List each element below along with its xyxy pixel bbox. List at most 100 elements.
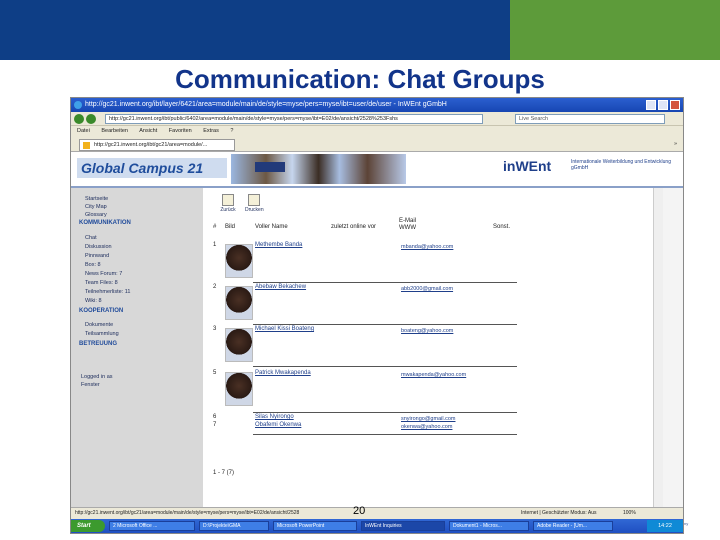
- sidebar-item-team-files[interactable]: Team Files: 8: [85, 280, 118, 286]
- tab-label: http://gc21.inwent.org/ibt/gc21/area=mod…: [94, 142, 208, 148]
- member-email[interactable]: mwakapenda@yahoo.com: [401, 372, 466, 378]
- site-banner: Global Campus 21 inWEnt Internationale W…: [71, 152, 683, 188]
- slide-title: Communication: Chat Groups: [175, 64, 545, 94]
- menu-edit[interactable]: Bearbeiten: [101, 128, 128, 134]
- sidebar-item-news[interactable]: News Forum: 7: [85, 271, 122, 277]
- menu-favorites[interactable]: Favoriten: [169, 128, 192, 134]
- favicon-icon: [83, 142, 90, 149]
- vertical-scrollbar[interactable]: [653, 188, 663, 507]
- sidebar-item-citymap[interactable]: City Map: [85, 204, 107, 210]
- member-name[interactable]: Patrick Mwakapenda: [255, 370, 311, 376]
- more-tools-icon[interactable]: »: [674, 139, 677, 150]
- inwent-tagline: Internationale Weiterbildung und Entwick…: [571, 159, 671, 171]
- member-email[interactable]: boateng@yahoo.com: [401, 328, 453, 334]
- address-input[interactable]: http://gc21.inwent.org/ibt/public/6402/a…: [105, 114, 483, 124]
- slide-header-accent: [510, 0, 720, 60]
- window-title: http://gc21.inwent.org/ibt/layer/6421/ar…: [85, 101, 447, 108]
- maximize-button[interactable]: [658, 100, 668, 110]
- taskbar-item-active[interactable]: InWEnt Inquiries: [361, 521, 445, 531]
- slide-number: 20: [353, 505, 366, 517]
- column-header-last-online: zuletzt online vor: [331, 224, 377, 230]
- member-photo[interactable]: [225, 372, 253, 406]
- member-email[interactable]: mbanda@yahoo.com: [401, 244, 453, 250]
- row-divider: [253, 434, 517, 435]
- menu-bar: Datei Bearbeiten Ansicht Favoriten Extra…: [71, 126, 683, 136]
- banner-chip: [255, 162, 285, 172]
- column-header-email: E-Mail WWW: [399, 218, 417, 231]
- global-campus-logo[interactable]: Global Campus 21: [77, 158, 227, 178]
- back-icon: [222, 194, 234, 206]
- start-button[interactable]: Start: [71, 520, 105, 532]
- tab-current[interactable]: http://gc21.inwent.org/ibt/gc21/area=mod…: [79, 139, 235, 151]
- member-name[interactable]: Methembe Banda: [255, 242, 302, 248]
- security-zone: Internet | Geschützter Modus: Aus: [521, 510, 597, 516]
- result-count: 1 - 7 (7): [213, 470, 235, 476]
- row-divider: [253, 366, 517, 367]
- member-list: Zurück Drucken # Bild Voller Name zuletz…: [209, 188, 653, 507]
- menu-file[interactable]: Datei: [77, 128, 90, 134]
- sidebar-item-participants[interactable]: Teilnehmerliste: 11: [85, 289, 130, 295]
- back-action[interactable]: Zurück: [219, 194, 237, 213]
- address-bar-row: http://gc21.inwent.org/ibt/public/6402/a…: [71, 112, 683, 126]
- row-number: 6: [213, 414, 217, 420]
- page-scroll-area: [653, 188, 683, 507]
- row-divider: [253, 324, 517, 325]
- member-photo[interactable]: [225, 286, 253, 320]
- column-header-other: Sonst.: [493, 224, 511, 230]
- sidebar-item-pinboard[interactable]: Pinnwand: [85, 253, 109, 259]
- row-number: 1: [213, 242, 217, 248]
- row-number: 5: [213, 370, 217, 376]
- web-page: Global Campus 21 inWEnt Internationale W…: [71, 152, 683, 507]
- browser-screenshot: http://gc21.inwent.org/ibt/layer/6421/ar…: [70, 97, 684, 534]
- close-button[interactable]: [670, 100, 680, 110]
- sidebar-item-start[interactable]: Startseite: [85, 196, 108, 202]
- taskbar-item[interactable]: Microsoft PowerPoint: [273, 521, 357, 531]
- print-action[interactable]: Drucken: [245, 194, 264, 213]
- column-header-photo: Bild: [225, 224, 236, 230]
- row-divider: [253, 282, 517, 283]
- sidebar-item-collection[interactable]: Teilsammlung: [85, 331, 119, 337]
- member-email[interactable]: okenwa@yahoo.com: [401, 424, 452, 430]
- zoom-level[interactable]: 100%: [623, 508, 636, 519]
- print-action-label: Drucken: [245, 207, 264, 213]
- print-icon: [248, 194, 260, 206]
- column-header-num: #: [213, 224, 217, 230]
- sidebar-item-documents[interactable]: Dokumente: [85, 322, 113, 328]
- taskbar-item[interactable]: 2 Microsoft Office ...: [109, 521, 195, 531]
- minimize-button[interactable]: [646, 100, 656, 110]
- member-name[interactable]: Silas Nyirongo: [255, 414, 294, 420]
- sidebar-item-wiki[interactable]: Wiki: 8: [85, 298, 102, 304]
- member-name[interactable]: Obafemi Okenwa: [255, 422, 301, 428]
- back-arrow-icon[interactable]: [74, 114, 84, 124]
- sidebar-item-glossary[interactable]: Glossary: [85, 212, 107, 218]
- window-titlebar[interactable]: http://gc21.inwent.org/ibt/layer/6421/ar…: [71, 98, 683, 112]
- taskbar-item[interactable]: D:\Projekte\GMA: [199, 521, 269, 531]
- row-number: 7: [213, 422, 217, 428]
- menu-help[interactable]: ?: [230, 128, 233, 134]
- sidebar-item-discussion[interactable]: Diskussion: [85, 244, 112, 250]
- back-action-label: Zurück: [220, 207, 236, 213]
- forward-arrow-icon[interactable]: [86, 114, 96, 124]
- menu-view[interactable]: Ansicht: [139, 128, 157, 134]
- member-email[interactable]: snyirongo@gmail.com: [401, 416, 456, 422]
- member-photo[interactable]: [225, 328, 253, 362]
- taskbar: Start 2 Microsoft Office ... D:\Projekte…: [71, 519, 683, 533]
- member-name[interactable]: Michael Kissi Boateng: [255, 326, 314, 332]
- search-input[interactable]: Live Search: [515, 114, 665, 124]
- sidebar-item-window[interactable]: Fenster: [81, 382, 100, 388]
- inwent-logo[interactable]: inWEnt: [503, 158, 551, 174]
- system-tray-clock[interactable]: 14:22: [647, 520, 683, 532]
- member-name[interactable]: Abebaw Bekachew: [255, 284, 306, 290]
- banner-photo-strip: [231, 154, 406, 184]
- sidebar-item-chat[interactable]: Chat: [85, 235, 97, 241]
- sidebar-item-box[interactable]: Box: 8: [85, 262, 101, 268]
- row-number: 2: [213, 284, 217, 290]
- sidebar: Startseite City Map Glossary KOMMUNIKATI…: [71, 188, 203, 507]
- member-photo[interactable]: [225, 244, 253, 278]
- column-header-name: Voller Name: [255, 224, 288, 230]
- menu-tools[interactable]: Extras: [203, 128, 219, 134]
- member-email[interactable]: abb2000@gmail.com: [401, 286, 453, 292]
- taskbar-item[interactable]: Dokument1 - Micros...: [449, 521, 529, 531]
- taskbar-item[interactable]: Adobe Reader - [Um...: [533, 521, 613, 531]
- ie-icon: [74, 101, 82, 109]
